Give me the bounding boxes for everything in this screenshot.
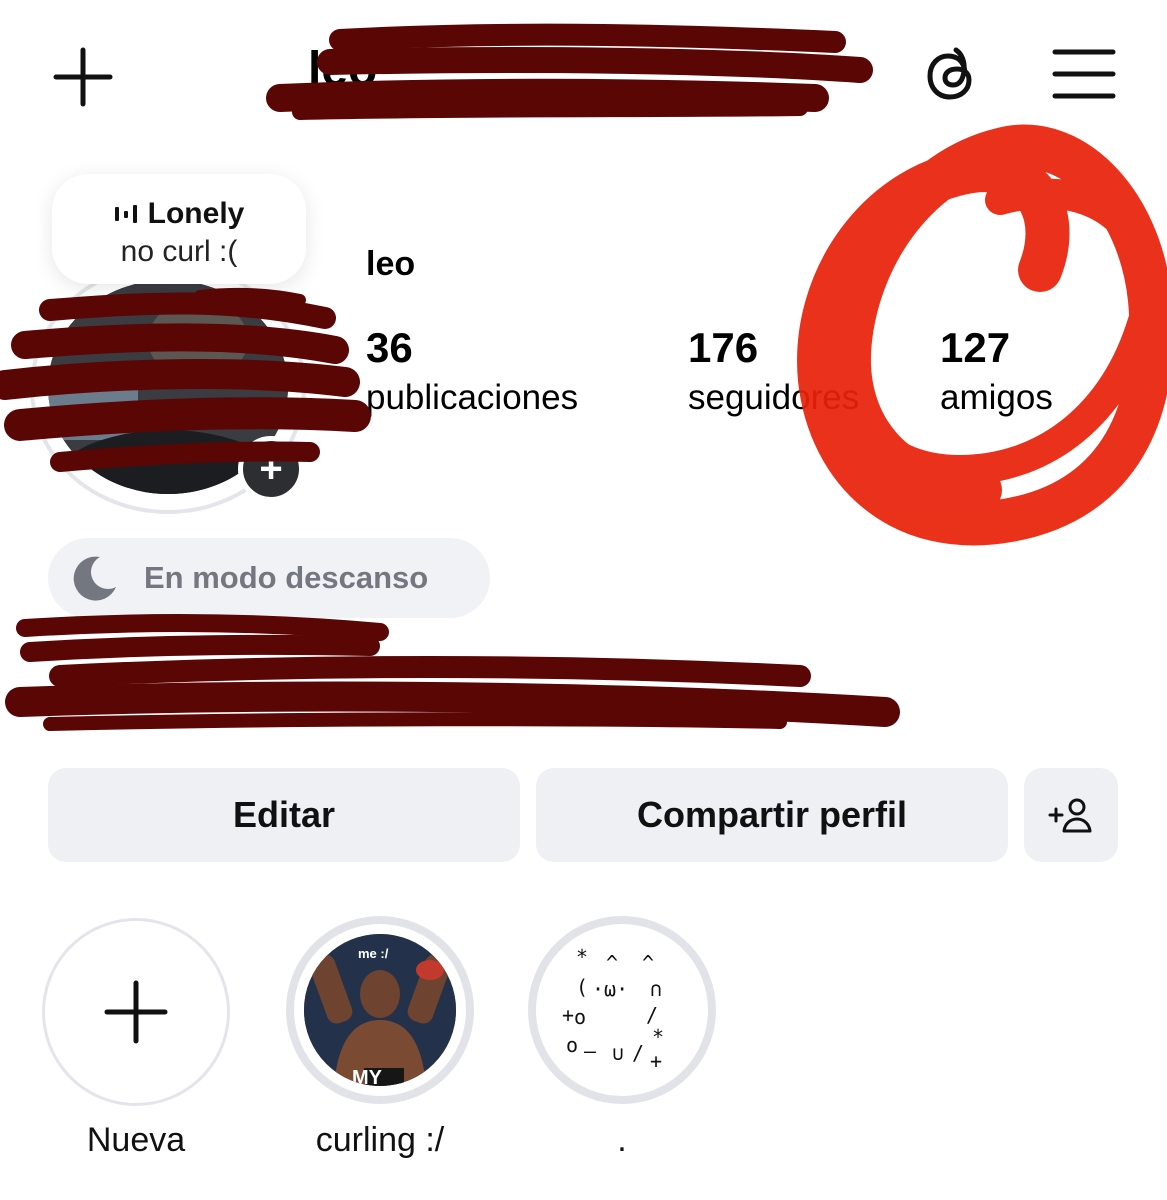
header-username[interactable]: leo (308, 40, 377, 100)
add-user-icon (1048, 798, 1092, 833)
stat-label: seguidores (688, 378, 860, 417)
note-text: no curl :( (120, 235, 238, 268)
stat-value: 127 (940, 324, 1011, 371)
edit-profile-button[interactable]: Editar (48, 768, 520, 862)
profile-name: leo (366, 245, 416, 283)
svg-text:o: o (574, 1005, 586, 1029)
svg-text:+: + (562, 1003, 574, 1027)
svg-text:^: ^ (642, 951, 654, 975)
plus-icon (104, 980, 168, 1044)
highlight-cover-caption: me :/ (358, 946, 389, 961)
highlight-label: curling :/ (315, 1121, 445, 1159)
discover-people-button[interactable] (1024, 768, 1118, 862)
kaomoji-cat-image: * ^ ^ ( ·ω· ∩ + o / * o — ∪ / + (562, 945, 664, 1073)
svg-text:*: * (576, 945, 588, 969)
svg-text:/: / (632, 1041, 644, 1065)
highlight-cover-image: MY me :/ (304, 934, 456, 1086)
svg-text:·ω·: ·ω· (592, 977, 628, 1001)
new-post-plus-icon[interactable] (50, 44, 116, 110)
svg-text:∩: ∩ (650, 977, 662, 1001)
moon-icon (73, 556, 116, 601)
stat-value: 36 (366, 324, 413, 371)
svg-text:/: / (646, 1003, 658, 1027)
add-to-story-button[interactable]: + (238, 436, 304, 502)
note-song: Lonely (147, 197, 245, 230)
hamburger-menu-icon[interactable] (1052, 46, 1116, 102)
stat-label: publicaciones (366, 378, 579, 417)
stat-friends[interactable]: 127 amigos (940, 322, 1053, 422)
note-bubble[interactable]: Lonely no curl :( (52, 174, 306, 284)
svg-text:o: o (566, 1033, 578, 1057)
highlight-new[interactable] (42, 918, 230, 1106)
threads-icon[interactable] (918, 42, 984, 108)
stat-posts[interactable]: 36 publicaciones (366, 322, 578, 422)
audio-bars-icon (114, 205, 137, 223)
highlight-curling[interactable]: MY me :/ (286, 916, 474, 1104)
highlight-label: . (617, 1121, 627, 1159)
stat-label: amigos (940, 378, 1053, 417)
highlight-label: Nueva (86, 1121, 186, 1159)
rest-mode-status[interactable]: En modo descanso (48, 538, 490, 618)
svg-text:*: * (652, 1025, 664, 1049)
share-profile-button[interactable]: Compartir perfil (536, 768, 1008, 862)
status-text: En modo descanso (144, 560, 429, 595)
svg-text:+: + (650, 1049, 662, 1073)
highlight-dot[interactable]: * ^ ^ ( ·ω· ∩ + o / * o — ∪ / + (528, 916, 716, 1104)
svg-text:∪: ∪ (612, 1041, 624, 1065)
stat-followers[interactable]: 176 seguidores (688, 322, 859, 422)
svg-text:—: — (584, 1039, 597, 1063)
svg-text:(: ( (576, 975, 588, 999)
stat-value: 176 (688, 324, 759, 371)
highlight-cover-text: MY (352, 1067, 383, 1086)
svg-text:^: ^ (606, 951, 618, 975)
